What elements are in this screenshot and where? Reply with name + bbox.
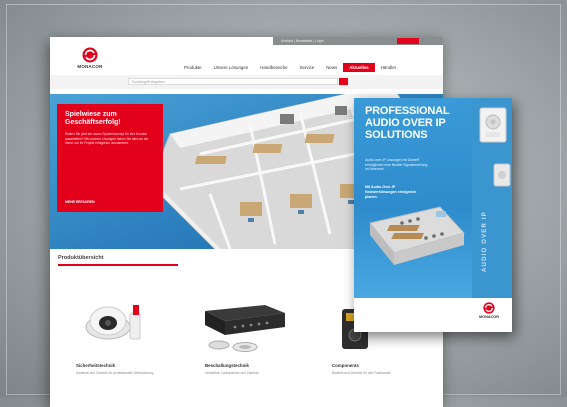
- nav-item-haendler[interactable]: Händler: [375, 63, 402, 72]
- brochure-subtext-2: Mit Audio-Over-IP Netzwerklösungen erfol…: [365, 185, 417, 199]
- main-nav: Produkte Unsere Lösungen Handbereiche Se…: [178, 63, 402, 72]
- overview-title: Produktübersicht: [58, 255, 178, 266]
- brochure-brand-name: MONACOR: [478, 315, 500, 319]
- brochure-cover: AUDIO OVER IP PROFESSIONAL AUDIO OVER IP…: [354, 98, 512, 332]
- brand-name: MONACOR: [77, 64, 103, 69]
- product-desc-pa: Verstärker, Lautsprecher und Zubehör: [205, 371, 259, 375]
- promo-box: Spielwiese zum Geschäftserfolg! Wollen S…: [57, 104, 163, 212]
- logo-mark-icon: [483, 302, 495, 314]
- product-desc-components: Bauteile und Zubehör für den Fachhandel: [332, 371, 391, 375]
- product-desc-security: Kameras und Zubehör für professionelle Ü…: [76, 371, 154, 375]
- promo-text: Wollen Sie jetzt ein neues Systemkonzept…: [65, 132, 149, 146]
- nav-item-loesungen[interactable]: Unsere Lösungen: [208, 63, 255, 72]
- nav-item-service[interactable]: Service: [294, 63, 321, 72]
- brochure-vertical-text: AUDIO OVER IP: [482, 211, 488, 272]
- logo-mark-icon: [82, 47, 98, 63]
- top-red-button[interactable]: [397, 38, 419, 44]
- search-row: Suchbegriff eingeben: [50, 75, 443, 89]
- promo-title: Spielwiese zum Geschäftserfolg!: [65, 111, 121, 126]
- promo-link[interactable]: MEHR ERFAHREN: [65, 200, 95, 204]
- wall-speaker-image: [479, 107, 511, 187]
- brochure-floorplan-illustration: [369, 206, 465, 265]
- brochure-side-strip: [472, 98, 512, 298]
- brand-logo[interactable]: MONACOR: [70, 47, 110, 73]
- search-button[interactable]: [339, 78, 348, 85]
- dome-camera-image: [85, 305, 141, 340]
- nav-item-produkte[interactable]: Produkte: [178, 63, 208, 72]
- brochure-headline: PROFESSIONAL AUDIO OVER IP SOLUTIONS: [365, 105, 450, 141]
- product-name-security: Sicherheitstechnik: [76, 363, 116, 368]
- brochure-logo: MONACOR: [472, 302, 506, 319]
- top-links[interactable]: Kontakt | Newsletter | Login: [281, 39, 324, 43]
- search-input[interactable]: Suchbegriff eingeben: [128, 78, 338, 85]
- nav-item-news[interactable]: News: [320, 63, 343, 72]
- product-name-components: Components: [332, 363, 359, 368]
- brochure-subtext: Audio-over-IP Lösungen mit Dante® ermögl…: [365, 158, 428, 172]
- nav-item-aktuelles[interactable]: Aktuelles: [343, 63, 375, 72]
- top-strip: Kontakt | Newsletter | Login: [50, 37, 443, 45]
- product-name-pa: Beschallungstechnik: [205, 363, 249, 368]
- nav-item-handbereiche[interactable]: Handbereiche: [254, 63, 293, 72]
- amplifier-speaker-image: [205, 305, 285, 352]
